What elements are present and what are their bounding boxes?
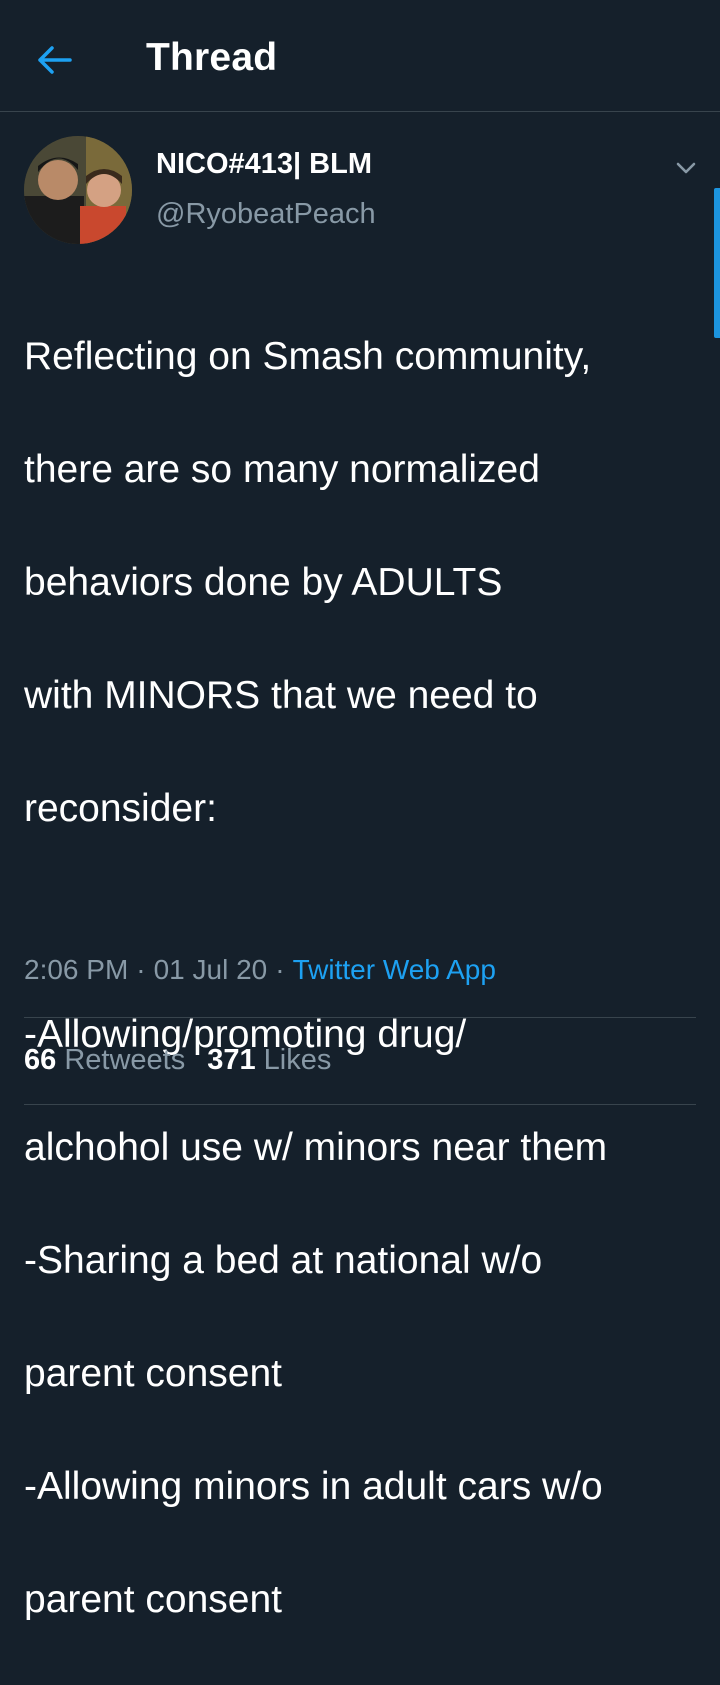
arrow-left-icon xyxy=(38,46,72,74)
tweet-text-line: behaviors done by ADULTS xyxy=(24,560,503,604)
avatar-photo xyxy=(24,136,132,244)
tweet-text-line: Reflecting on Smash community, xyxy=(24,334,592,378)
retweets-stat[interactable]: 66 Retweets xyxy=(24,1044,185,1076)
top-bar: Thread xyxy=(0,0,720,112)
tweet-text-line: reconsider: xyxy=(24,786,217,830)
tweet-text-line: with MINORS that we need to xyxy=(24,673,538,717)
author-handle[interactable]: @RyobeatPeach xyxy=(156,198,376,231)
page-title: Thread xyxy=(146,36,278,79)
meta-separator: · xyxy=(136,954,146,985)
likes-stat[interactable]: 371 Likes xyxy=(207,1044,331,1076)
tweet-source-link[interactable]: Twitter Web App xyxy=(293,954,496,985)
tweet-date[interactable]: 01 Jul 20 xyxy=(154,954,268,985)
likes-label: Likes xyxy=(263,1044,332,1076)
tweet-text-line: parent consent xyxy=(24,1351,283,1395)
tweet-text-line: alchohol use w/ minors near them xyxy=(24,1125,608,1169)
retweets-label: Retweets xyxy=(64,1044,186,1076)
divider xyxy=(24,1017,696,1018)
chevron-down-icon xyxy=(676,162,696,174)
back-button[interactable] xyxy=(30,38,82,82)
divider xyxy=(24,1104,696,1105)
likes-count: 371 xyxy=(207,1044,256,1076)
tweet-text-line: -Sharing a bed at national w/o xyxy=(24,1238,543,1282)
retweets-count: 66 xyxy=(24,1044,57,1076)
tweet-meta: 2:06 PM · 01 Jul 20 · Twitter Web App xyxy=(24,954,496,986)
tweet-stats: 66 Retweets 371 Likes xyxy=(24,1044,353,1077)
meta-separator: · xyxy=(275,954,285,985)
tweet-text-line: there are so many normalized xyxy=(24,447,540,491)
scrollbar[interactable] xyxy=(714,188,720,338)
tweet-menu-button[interactable] xyxy=(668,150,704,186)
author-name[interactable]: NICO#413| BLM xyxy=(156,148,372,181)
avatar[interactable] xyxy=(24,136,132,244)
tweet-text-line: parent consent xyxy=(24,1577,283,1621)
tweet-text-line: -Allowing minors in adult cars w/o xyxy=(24,1464,603,1508)
tweet-time[interactable]: 2:06 PM xyxy=(24,954,128,985)
